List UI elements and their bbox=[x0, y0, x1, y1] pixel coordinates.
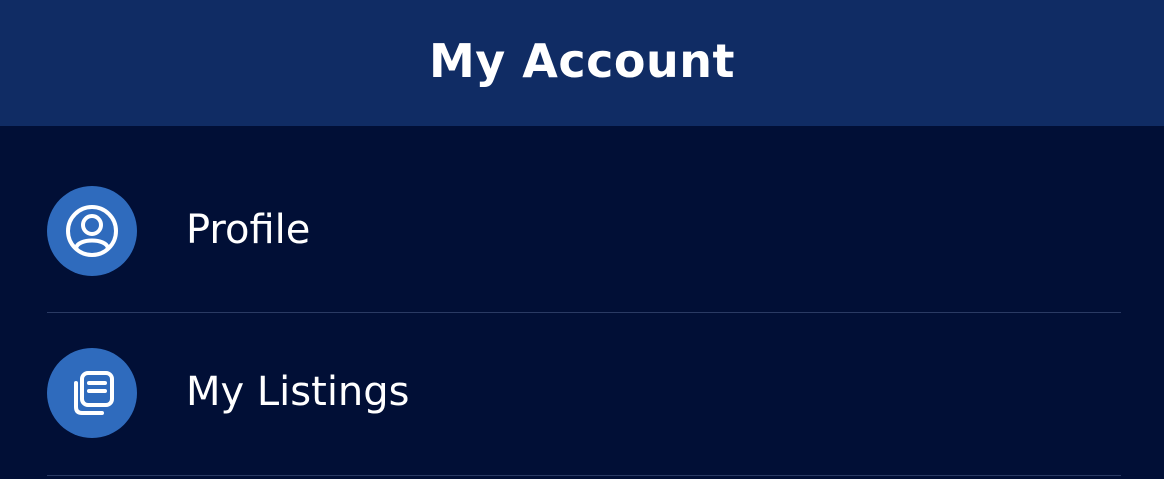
menu-item-profile[interactable]: Profile bbox=[0, 186, 1164, 306]
menu-item-label: Profile bbox=[186, 207, 311, 253]
account-menu: Profile My Listings bbox=[0, 126, 1164, 479]
page-title: My Account bbox=[429, 34, 735, 88]
profile-icon-badge bbox=[47, 186, 137, 276]
menu-item-label: My Listings bbox=[186, 369, 410, 415]
app-header: My Account bbox=[0, 0, 1164, 126]
menu-item-my-listings[interactable]: My Listings bbox=[0, 348, 1164, 468]
divider bbox=[47, 475, 1121, 476]
listings-icon-badge bbox=[47, 348, 137, 438]
divider bbox=[47, 312, 1121, 313]
listings-icon bbox=[74, 371, 114, 415]
user-circle-icon bbox=[66, 205, 118, 257]
